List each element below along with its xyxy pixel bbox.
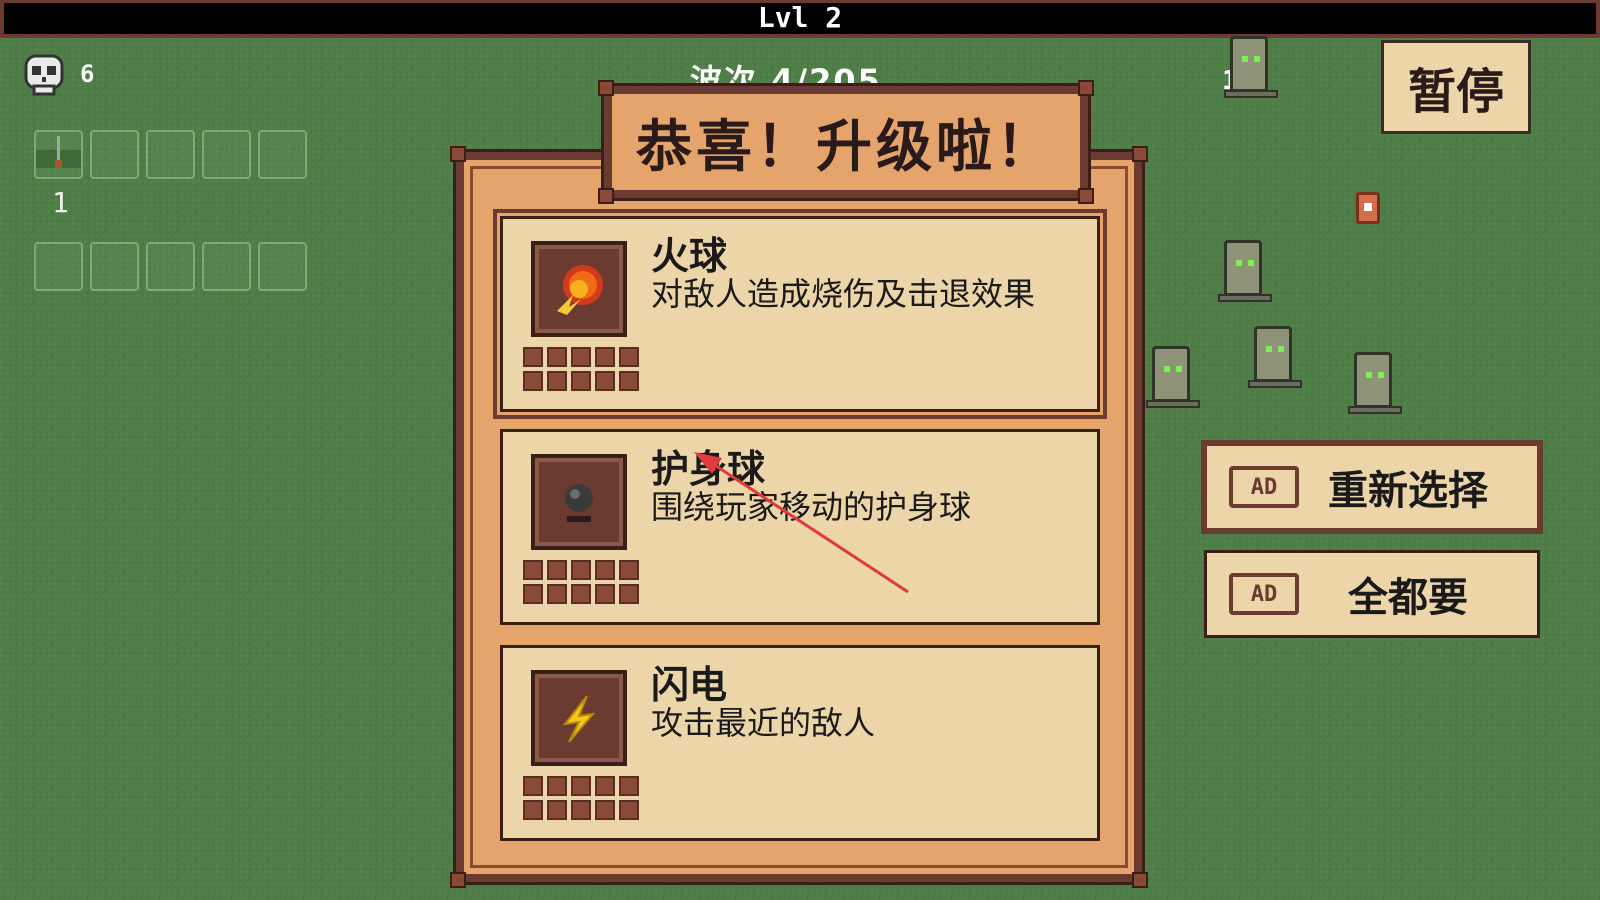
- take-all-button[interactable]: AD 全都要: [1204, 550, 1540, 638]
- skill-level-pips: [523, 560, 641, 604]
- level-label: Lvl 2: [757, 1, 843, 34]
- skill-name: 护身球: [651, 447, 766, 491]
- kill-counter: 6: [22, 52, 94, 96]
- skill-description: 围绕玩家移动的护身球: [651, 488, 972, 526]
- skill-description: 攻击最近的敌人: [651, 704, 876, 742]
- enemy: [1218, 240, 1272, 302]
- weapon-slot[interactable]: [146, 130, 195, 179]
- enemy: [1348, 352, 1402, 414]
- ad-icon: AD: [1229, 466, 1299, 508]
- weapon-slot[interactable]: [258, 130, 307, 179]
- passive-slot[interactable]: [146, 242, 195, 291]
- passive-slot[interactable]: [258, 242, 307, 291]
- skill-level-pips: [523, 347, 641, 391]
- passive-slot[interactable]: [202, 242, 251, 291]
- weapon-slot-level: 1: [52, 186, 69, 219]
- skill-icon-frame: [531, 454, 627, 550]
- skill-name: 闪电: [651, 663, 728, 707]
- passive-slots: [34, 242, 307, 291]
- skill-level-pips: [523, 776, 641, 820]
- skill-name: 火球: [651, 234, 728, 278]
- skill-description: 对敌人造成烧伤及击退效果: [651, 275, 1036, 313]
- skull-icon: [24, 54, 64, 96]
- reroll-button[interactable]: AD 重新选择: [1201, 440, 1543, 534]
- take-all-label: 全都要: [1348, 575, 1468, 621]
- weapon-slot[interactable]: [90, 130, 139, 179]
- skill-icon-frame: [531, 670, 627, 766]
- xp-gem-icon: [1356, 192, 1380, 224]
- passive-slot[interactable]: [34, 242, 83, 291]
- kill-count: 6: [80, 60, 95, 88]
- skill-icon-frame: [531, 241, 627, 337]
- skill-option-fireball[interactable]: 火球 对敌人造成烧伤及击退效果: [493, 209, 1107, 419]
- passive-slot[interactable]: [90, 242, 139, 291]
- fireball-icon: [557, 265, 603, 315]
- skill-option-lightning[interactable]: 闪电 攻击最近的敌人: [500, 645, 1100, 841]
- weapon-slots: [34, 130, 307, 179]
- ad-icon: AD: [1229, 573, 1299, 615]
- xp-bar: Lvl 2: [0, 0, 1600, 38]
- enemy: [1248, 326, 1302, 388]
- pause-button[interactable]: 暂停: [1381, 40, 1531, 134]
- enemy: [1146, 346, 1200, 408]
- skill-option-orb[interactable]: 护身球 围绕玩家移动的护身球: [500, 429, 1100, 625]
- enemy: [1224, 36, 1278, 98]
- levelup-title: 恭喜！升级啦！: [636, 114, 1056, 180]
- levelup-title-banner: 恭喜！升级啦！: [598, 80, 1094, 204]
- sword-icon: [36, 136, 81, 168]
- orb-icon: [565, 484, 593, 522]
- lightning-icon: [562, 695, 596, 743]
- weapon-slot[interactable]: [202, 130, 251, 179]
- reroll-label: 重新选择: [1328, 468, 1488, 514]
- weapon-slot[interactable]: [34, 130, 83, 179]
